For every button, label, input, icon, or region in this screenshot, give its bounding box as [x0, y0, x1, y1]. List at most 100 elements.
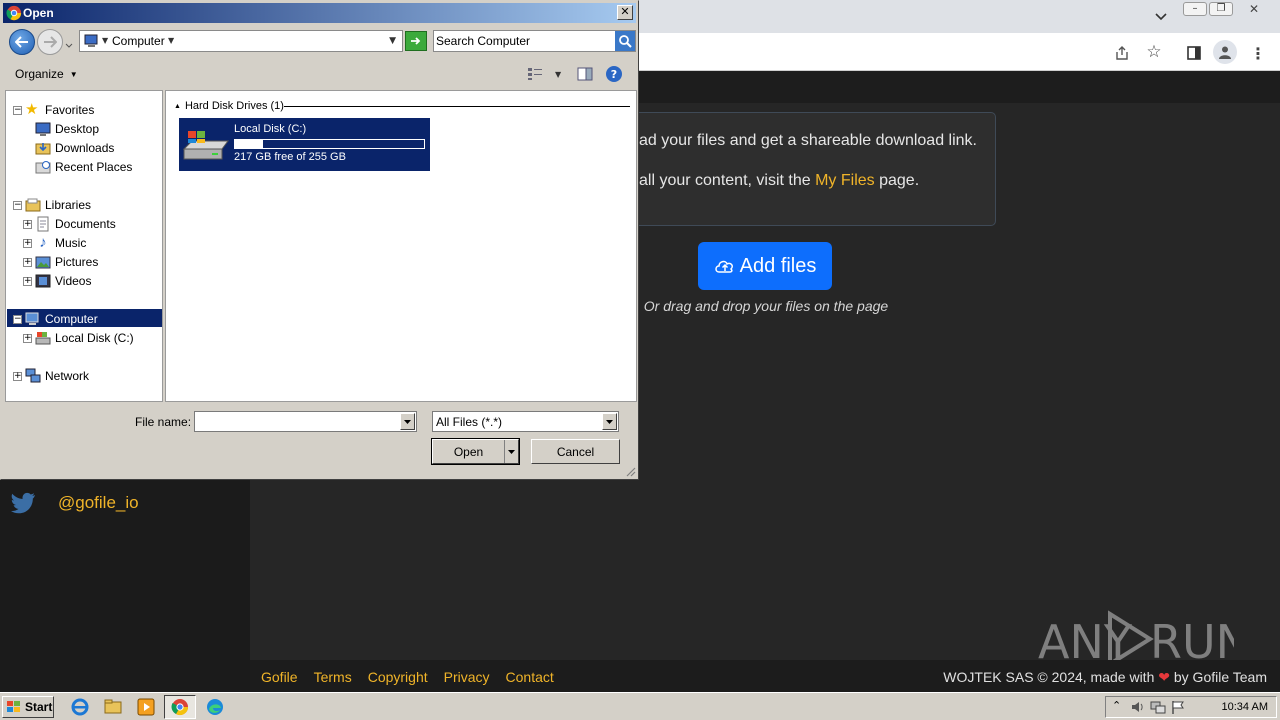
network-icon: [25, 368, 41, 384]
pictures-expand-toggle[interactable]: +: [23, 258, 32, 267]
side-panel-icon[interactable]: [1184, 43, 1204, 63]
start-button[interactable]: Start: [2, 696, 54, 718]
restore-button[interactable]: ❐: [1209, 2, 1233, 16]
file-name-combo[interactable]: [194, 411, 417, 432]
twitter-row[interactable]: @gofile_io: [10, 490, 139, 516]
footer-link-gofile[interactable]: Gofile: [261, 669, 298, 685]
group-header[interactable]: ▲ Hard Disk Drives (1): [174, 100, 284, 112]
drive-tile-local-disk[interactable]: Local Disk (C:) 217 GB free of 255 GB: [179, 118, 430, 171]
refresh-button[interactable]: [405, 31, 427, 51]
search-input[interactable]: [436, 33, 612, 49]
my-files-link[interactable]: My Files: [815, 172, 875, 189]
profile-avatar-icon[interactable]: [1213, 40, 1237, 64]
documents-icon: [35, 216, 51, 232]
start-label: Start: [25, 700, 53, 714]
videos-expand-toggle[interactable]: +: [23, 277, 32, 286]
tree-item-documents[interactable]: Documents: [35, 215, 116, 233]
view-options-chevron-icon[interactable]: ▼: [555, 70, 561, 79]
footer-link-copyright[interactable]: Copyright: [368, 669, 428, 685]
address-bar[interactable]: ▼ Computer ▼ ▼: [79, 30, 403, 52]
twitter-icon: [10, 492, 36, 514]
tree-item-label: Videos: [55, 274, 92, 288]
address-dropdown-icon[interactable]: ▼: [389, 36, 396, 46]
tab-search-chevron-icon[interactable]: [1152, 8, 1170, 26]
back-button[interactable]: [9, 29, 35, 55]
add-files-label: Add files: [739, 254, 817, 277]
dialog-title-bar[interactable]: Open ✕: [3, 3, 636, 23]
open-split-dropdown[interactable]: [504, 440, 518, 463]
address-location-chevron-icon[interactable]: ▼: [168, 36, 174, 45]
tree-item-favorites[interactable]: ★ Favorites: [25, 101, 94, 119]
computer-collapse-toggle[interactable]: −: [13, 315, 22, 324]
info-line-1: ad your files and get a shareable downlo…: [639, 132, 977, 149]
tree-item-videos[interactable]: Videos: [35, 272, 91, 290]
forward-button[interactable]: [37, 29, 63, 55]
taskbar-clock[interactable]: 10:34 AM: [1222, 701, 1268, 713]
browser-menu-icon[interactable]: ⋮: [1250, 43, 1266, 63]
file-type-filter[interactable]: All Files (*.*): [432, 411, 619, 432]
footer-link-contact[interactable]: Contact: [506, 669, 554, 685]
dialog-close-button[interactable]: ✕: [617, 5, 633, 20]
help-icon[interactable]: ?: [606, 66, 622, 82]
address-chevron-icon[interactable]: ▼: [102, 36, 108, 45]
resize-grip-icon[interactable]: [624, 465, 636, 477]
network-expand-toggle[interactable]: +: [13, 372, 22, 381]
minimize-button[interactable]: –: [1183, 2, 1207, 16]
footer-credits-suffix: by Gofile Team: [1173, 669, 1267, 685]
tree-item-downloads[interactable]: Downloads: [35, 139, 114, 157]
share-icon[interactable]: [1112, 43, 1132, 63]
media-player-icon[interactable]: [136, 697, 156, 717]
tree-item-music[interactable]: ♪ Music: [35, 234, 86, 252]
tree-item-network[interactable]: Network: [25, 367, 89, 385]
file-explorer-icon[interactable]: [103, 697, 123, 717]
add-files-button[interactable]: Add files: [698, 242, 832, 290]
tree-item-pictures[interactable]: Pictures: [35, 253, 98, 271]
file-type-dropdown-button[interactable]: [602, 413, 617, 430]
preview-pane-icon[interactable]: [577, 67, 593, 84]
computer-small-icon: [84, 34, 100, 51]
internet-explorer-icon[interactable]: [70, 697, 90, 717]
music-note-icon: ♪: [39, 234, 47, 251]
favorites-collapse-toggle[interactable]: −: [13, 106, 22, 115]
cancel-button[interactable]: Cancel: [531, 439, 620, 464]
dialog-navigation-bar: ▼ Computer ▼ ▼: [5, 26, 636, 58]
libraries-collapse-toggle[interactable]: −: [13, 201, 22, 210]
computer-icon: [25, 311, 41, 327]
tree-item-desktop[interactable]: Desktop: [35, 120, 99, 138]
info-line-2-prefix: all your content, visit the: [639, 172, 811, 189]
tray-expand-icon[interactable]: ⌃: [1112, 699, 1121, 712]
organize-button[interactable]: Organize ▼: [15, 67, 78, 81]
chrome-taskbar-button[interactable]: [164, 695, 196, 719]
action-center-flag-icon[interactable]: [1170, 699, 1186, 718]
edge-icon[interactable]: [205, 697, 225, 717]
search-icon[interactable]: [615, 31, 635, 51]
tree-item-computer[interactable]: Computer: [25, 310, 98, 328]
documents-expand-toggle[interactable]: +: [23, 220, 32, 229]
desktop-icon: [35, 121, 51, 137]
music-expand-toggle[interactable]: +: [23, 239, 32, 248]
footer-link-terms[interactable]: Terms: [314, 669, 352, 685]
footer-link-privacy[interactable]: Privacy: [444, 669, 490, 685]
local-disk-expand-toggle[interactable]: +: [23, 334, 32, 343]
tree-item-label: Recent Places: [55, 160, 133, 174]
drive-usage-fill: [235, 140, 264, 148]
file-name-input[interactable]: [197, 414, 397, 429]
recent-locations-chevron-icon[interactable]: [65, 38, 73, 52]
tree-item-recent-places[interactable]: Recent Places: [35, 158, 132, 176]
bookmark-star-icon[interactable]: ☆: [1144, 42, 1164, 62]
browser-close-button[interactable]: ✕: [1244, 1, 1264, 17]
system-tray: ⌃ 10:34 AM: [1105, 696, 1277, 718]
search-box[interactable]: [433, 30, 636, 52]
tree-item-local-disk[interactable]: Local Disk (C:): [35, 329, 134, 347]
tree-item-libraries[interactable]: Libraries: [25, 196, 91, 214]
open-button[interactable]: Open: [431, 438, 520, 465]
network-tray-icon[interactable]: [1150, 699, 1166, 718]
tree-item-label: Network: [45, 369, 90, 383]
change-view-icon[interactable]: [527, 67, 543, 84]
address-location[interactable]: Computer: [112, 34, 165, 48]
twitter-handle-link[interactable]: @gofile_io: [58, 493, 139, 513]
footer-credits-prefix: WOJTEK SAS © 2024, made with: [943, 669, 1155, 685]
volume-icon[interactable]: [1130, 699, 1146, 718]
file-name-dropdown-button[interactable]: [400, 413, 415, 430]
dialog-title: Open: [23, 6, 54, 20]
